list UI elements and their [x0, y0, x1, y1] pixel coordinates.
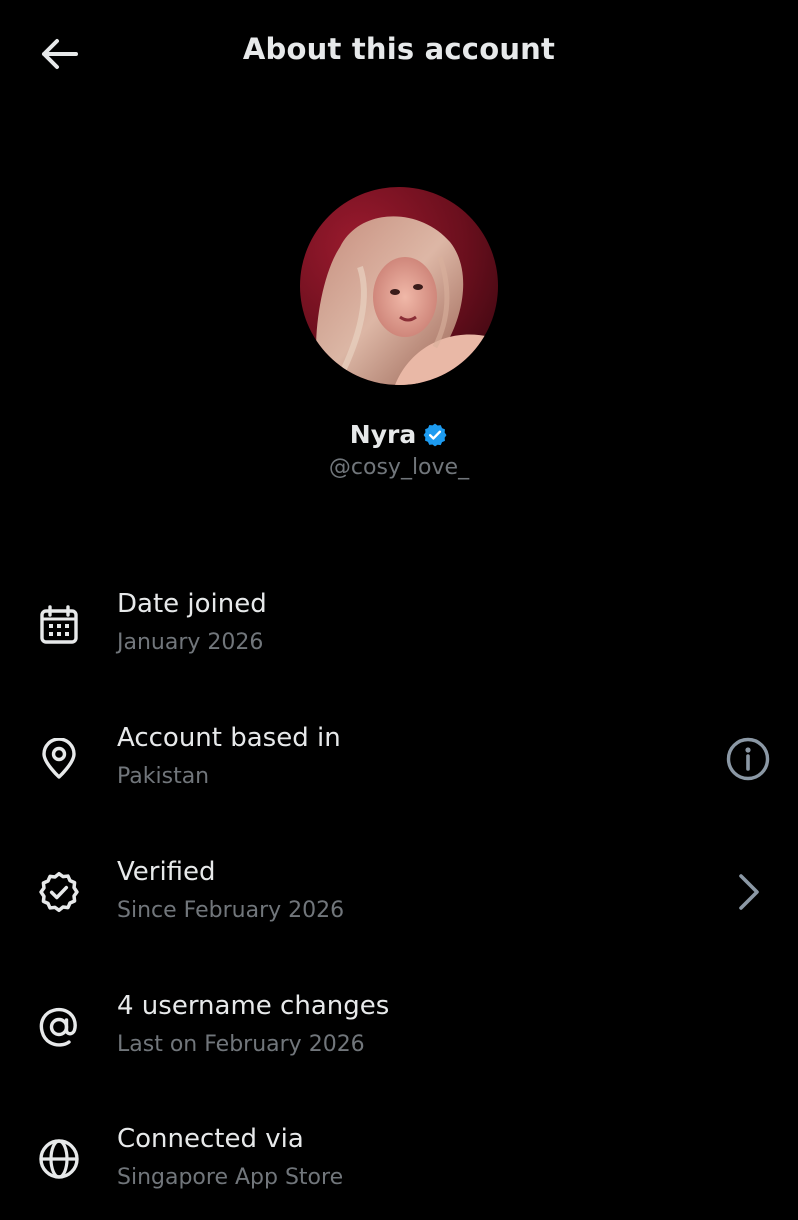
chevron-right-icon [722, 866, 774, 918]
display-name-row: Nyra [0, 420, 798, 449]
calendar-icon [34, 600, 84, 650]
row-title: Connected via [117, 1124, 304, 1154]
row-title: Date joined [117, 589, 267, 619]
verified-badge-icon [422, 422, 448, 448]
row-subtitle: January 2026 [117, 630, 264, 655]
info-icon [726, 737, 770, 781]
globe-icon [34, 1134, 84, 1184]
info-button[interactable] [722, 733, 774, 785]
row-subtitle: Since February 2026 [117, 898, 345, 923]
connected-via-row: Connected via Singapore App Store [0, 1120, 798, 1220]
username-changes-row: 4 username changes Last on February 2026 [0, 986, 798, 1086]
profile-photo [300, 187, 498, 385]
row-subtitle: Singapore App Store [117, 1165, 344, 1190]
verified-badge-outline-icon [34, 867, 84, 917]
top-app-bar: About this account [0, 0, 798, 108]
avatar[interactable] [300, 187, 498, 385]
display-name: Nyra [349, 420, 417, 449]
row-title: Account based in [117, 723, 341, 753]
username-handle: @cosy_love_ [328, 455, 470, 480]
row-title: 4 username changes [117, 991, 390, 1021]
row-subtitle: Pakistan [117, 764, 210, 789]
date-joined-row: Date joined January 2026 [0, 585, 798, 685]
verified-row[interactable]: Verified Since February 2026 [0, 852, 798, 952]
row-title: Verified [117, 857, 216, 887]
at-sign-icon [34, 1002, 84, 1052]
location-pin-icon [34, 734, 84, 784]
account-based-in-row: Account based in Pakistan [0, 719, 798, 819]
row-subtitle: Last on February 2026 [117, 1032, 365, 1057]
page-title: About this account [242, 32, 556, 66]
